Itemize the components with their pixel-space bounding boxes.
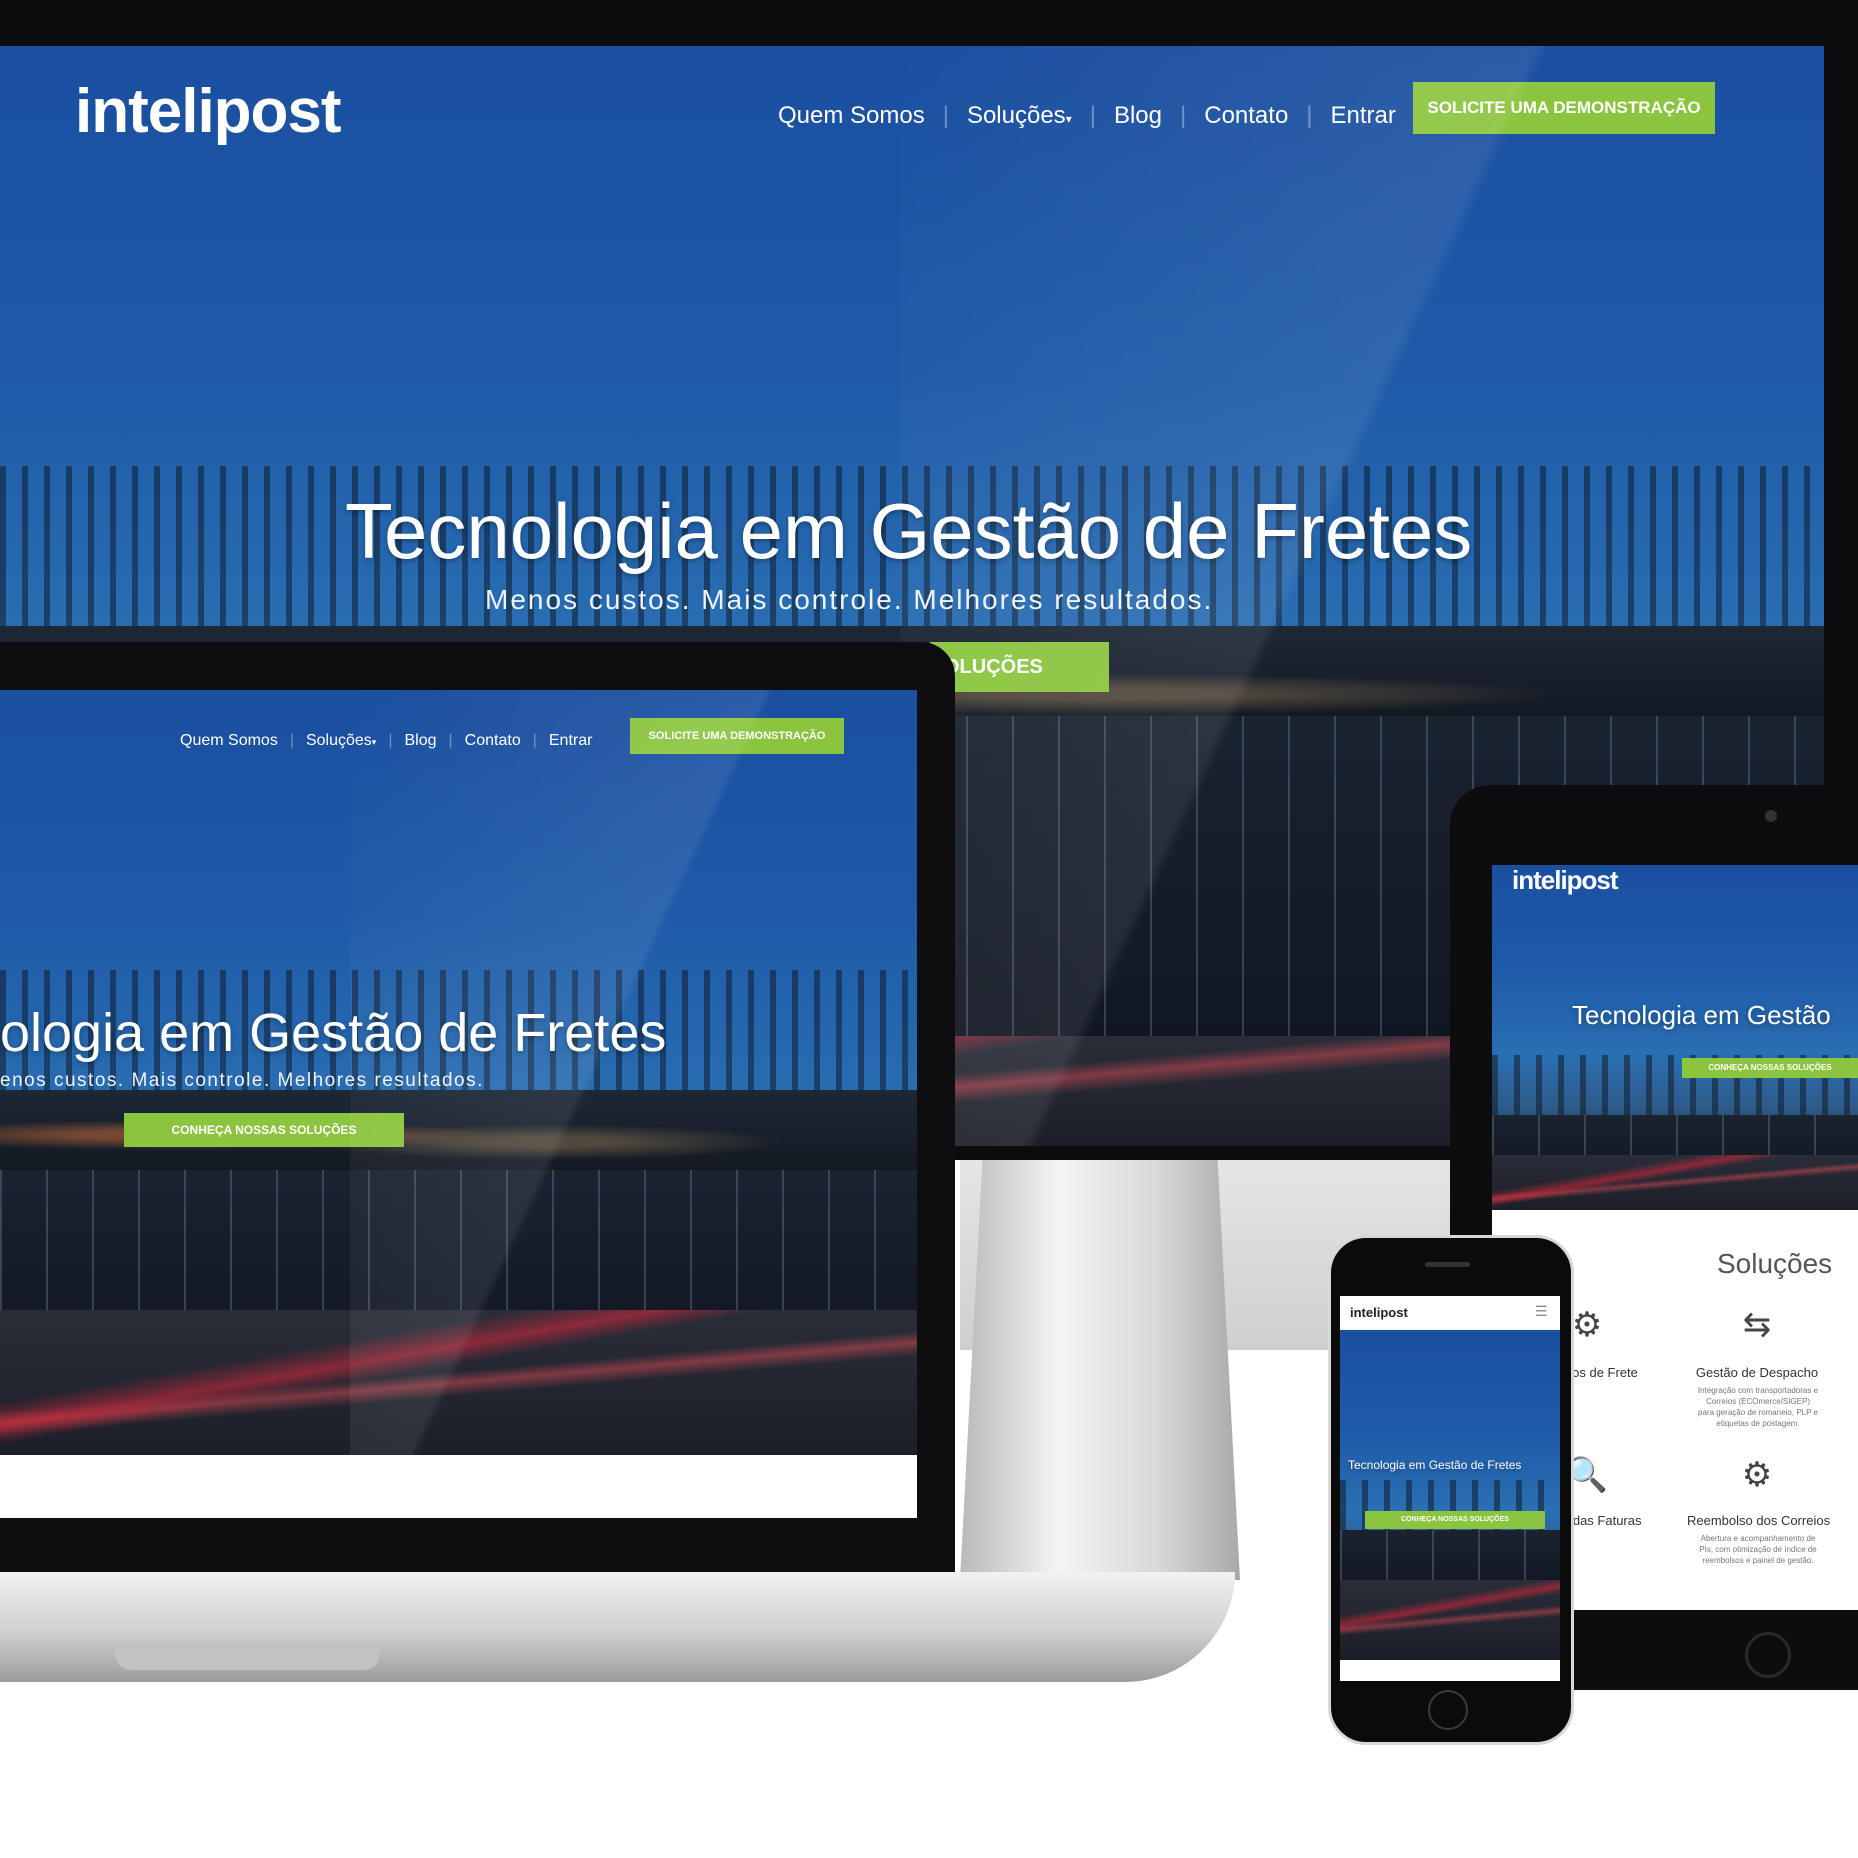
- nav-separator: |: [1089, 102, 1096, 129]
- request-demo-button[interactable]: SOLICITE UMA DEMONSTRAÇÃO: [630, 718, 844, 754]
- laptop-hero: Quem Somos | Soluções▾ | Blog | Contato …: [0, 690, 917, 1455]
- dispatch-icon: ⇆: [1742, 1306, 1772, 1344]
- home-button-icon[interactable]: [1745, 1632, 1791, 1678]
- nav-separator: |: [1180, 102, 1187, 129]
- phone-screen: intelipost ☰ Tecnologia em Gestão de Fre…: [1340, 1296, 1560, 1681]
- laptop-page-content: [0, 1455, 917, 1518]
- nav-item-contato[interactable]: Contato: [465, 732, 521, 750]
- phone-hero: Tecnologia em Gestão de Fretes CONHEÇA N…: [1340, 1330, 1560, 1660]
- solutions-heading: Soluções: [1717, 1248, 1833, 1279]
- solution-text: Abertura e acompanhamento de PIs, com ot…: [1699, 1534, 1817, 1565]
- hero-subtitle: enos custos. Mais controle. Melhores res…: [0, 1070, 484, 1091]
- nav-item-solucoes[interactable]: Soluções▾: [967, 102, 1072, 130]
- solution-text: Integração com transportadoras e Correio…: [1697, 1386, 1819, 1428]
- nav-item-entrar[interactable]: Entrar: [549, 732, 593, 750]
- nav-item-blog[interactable]: Blog: [404, 732, 436, 750]
- hero-title: Tecnologia em Gestão de Fretes: [345, 487, 1473, 575]
- request-demo-button[interactable]: SOLICITE UMA DEMONSTRAÇÃO: [1413, 82, 1715, 134]
- logo[interactable]: intelipost: [75, 76, 342, 147]
- explore-solutions-button[interactable]: CONHEÇA NOSSAS SOLUÇÕES: [1365, 1511, 1545, 1529]
- nav-item-solucoes[interactable]: Soluções▾: [306, 732, 376, 750]
- hero-road: [0, 1310, 917, 1455]
- phone-header: intelipost ☰: [1340, 1296, 1560, 1330]
- main-nav: Quem Somos | Soluções▾ | Blog | Contato …: [180, 732, 592, 750]
- nav-item-contato[interactable]: Contato: [1204, 102, 1288, 130]
- explore-solutions-button[interactable]: CONHEÇA NOSSAS SOLUÇÕES: [1682, 1058, 1858, 1078]
- home-button-icon[interactable]: [1428, 1690, 1468, 1730]
- hero-subtitle: Menos custos. Mais controle. Melhores re…: [485, 584, 1214, 615]
- chevron-down-icon: ▾: [371, 737, 377, 747]
- nav-separator: |: [448, 732, 453, 749]
- nav-item-entrar[interactable]: Entrar: [1331, 102, 1396, 130]
- solution-title: Reembolso dos Correios: [1687, 1513, 1831, 1528]
- nav-item-quem-somos[interactable]: Quem Somos: [180, 732, 278, 750]
- laptop-trackpad-notch: [115, 1642, 380, 1670]
- nav-separator: |: [942, 102, 949, 129]
- logo[interactable]: intelipost: [1350, 1305, 1408, 1320]
- phone-page-content: [1340, 1660, 1560, 1681]
- tablet-hero: intelipost Tecnologia em Gestão CONHEÇA …: [1492, 865, 1858, 1210]
- hero-road: [1340, 1580, 1560, 1660]
- nav-item-quem-somos[interactable]: Quem Somos: [778, 102, 925, 130]
- hero-road: [1492, 1155, 1858, 1210]
- logo[interactable]: intelipost: [1512, 865, 1619, 896]
- nav-separator: |: [388, 732, 393, 749]
- main-nav: Quem Somos | Soluções▾ | Blog | Contato …: [778, 102, 1396, 130]
- explore-solutions-button[interactable]: CONHEÇA NOSSAS SOLUÇÕES: [124, 1113, 404, 1147]
- hero-title: Tecnologia em Gestão: [1572, 1000, 1831, 1030]
- nav-separator: |: [532, 732, 537, 749]
- hero-title: Tecnologia em Gestão de Fretes: [1348, 1458, 1522, 1472]
- nav-item-label: Soluções: [966, 102, 1066, 129]
- nav-separator: |: [1306, 102, 1313, 129]
- gears-icon: ⚙: [1741, 1456, 1773, 1494]
- nav-item-label: Soluções: [305, 732, 372, 749]
- nav-separator: |: [289, 732, 294, 749]
- speaker-icon: [1425, 1262, 1470, 1267]
- explore-solutions-button[interactable]: OLUÇÕES: [930, 642, 1109, 692]
- solution-title: Gestão de Despacho: [1695, 1365, 1819, 1380]
- hamburger-menu-icon[interactable]: ☰: [1535, 1303, 1548, 1320]
- hero-title: ologia em Gestão de Fretes: [0, 1003, 667, 1063]
- camera-icon: [1765, 810, 1777, 822]
- nav-item-blog[interactable]: Blog: [1114, 102, 1162, 130]
- chevron-down-icon: ▾: [1065, 112, 1072, 126]
- laptop-screen: Quem Somos | Soluções▾ | Blog | Contato …: [0, 690, 917, 1518]
- monitor-stand: [960, 1160, 1240, 1580]
